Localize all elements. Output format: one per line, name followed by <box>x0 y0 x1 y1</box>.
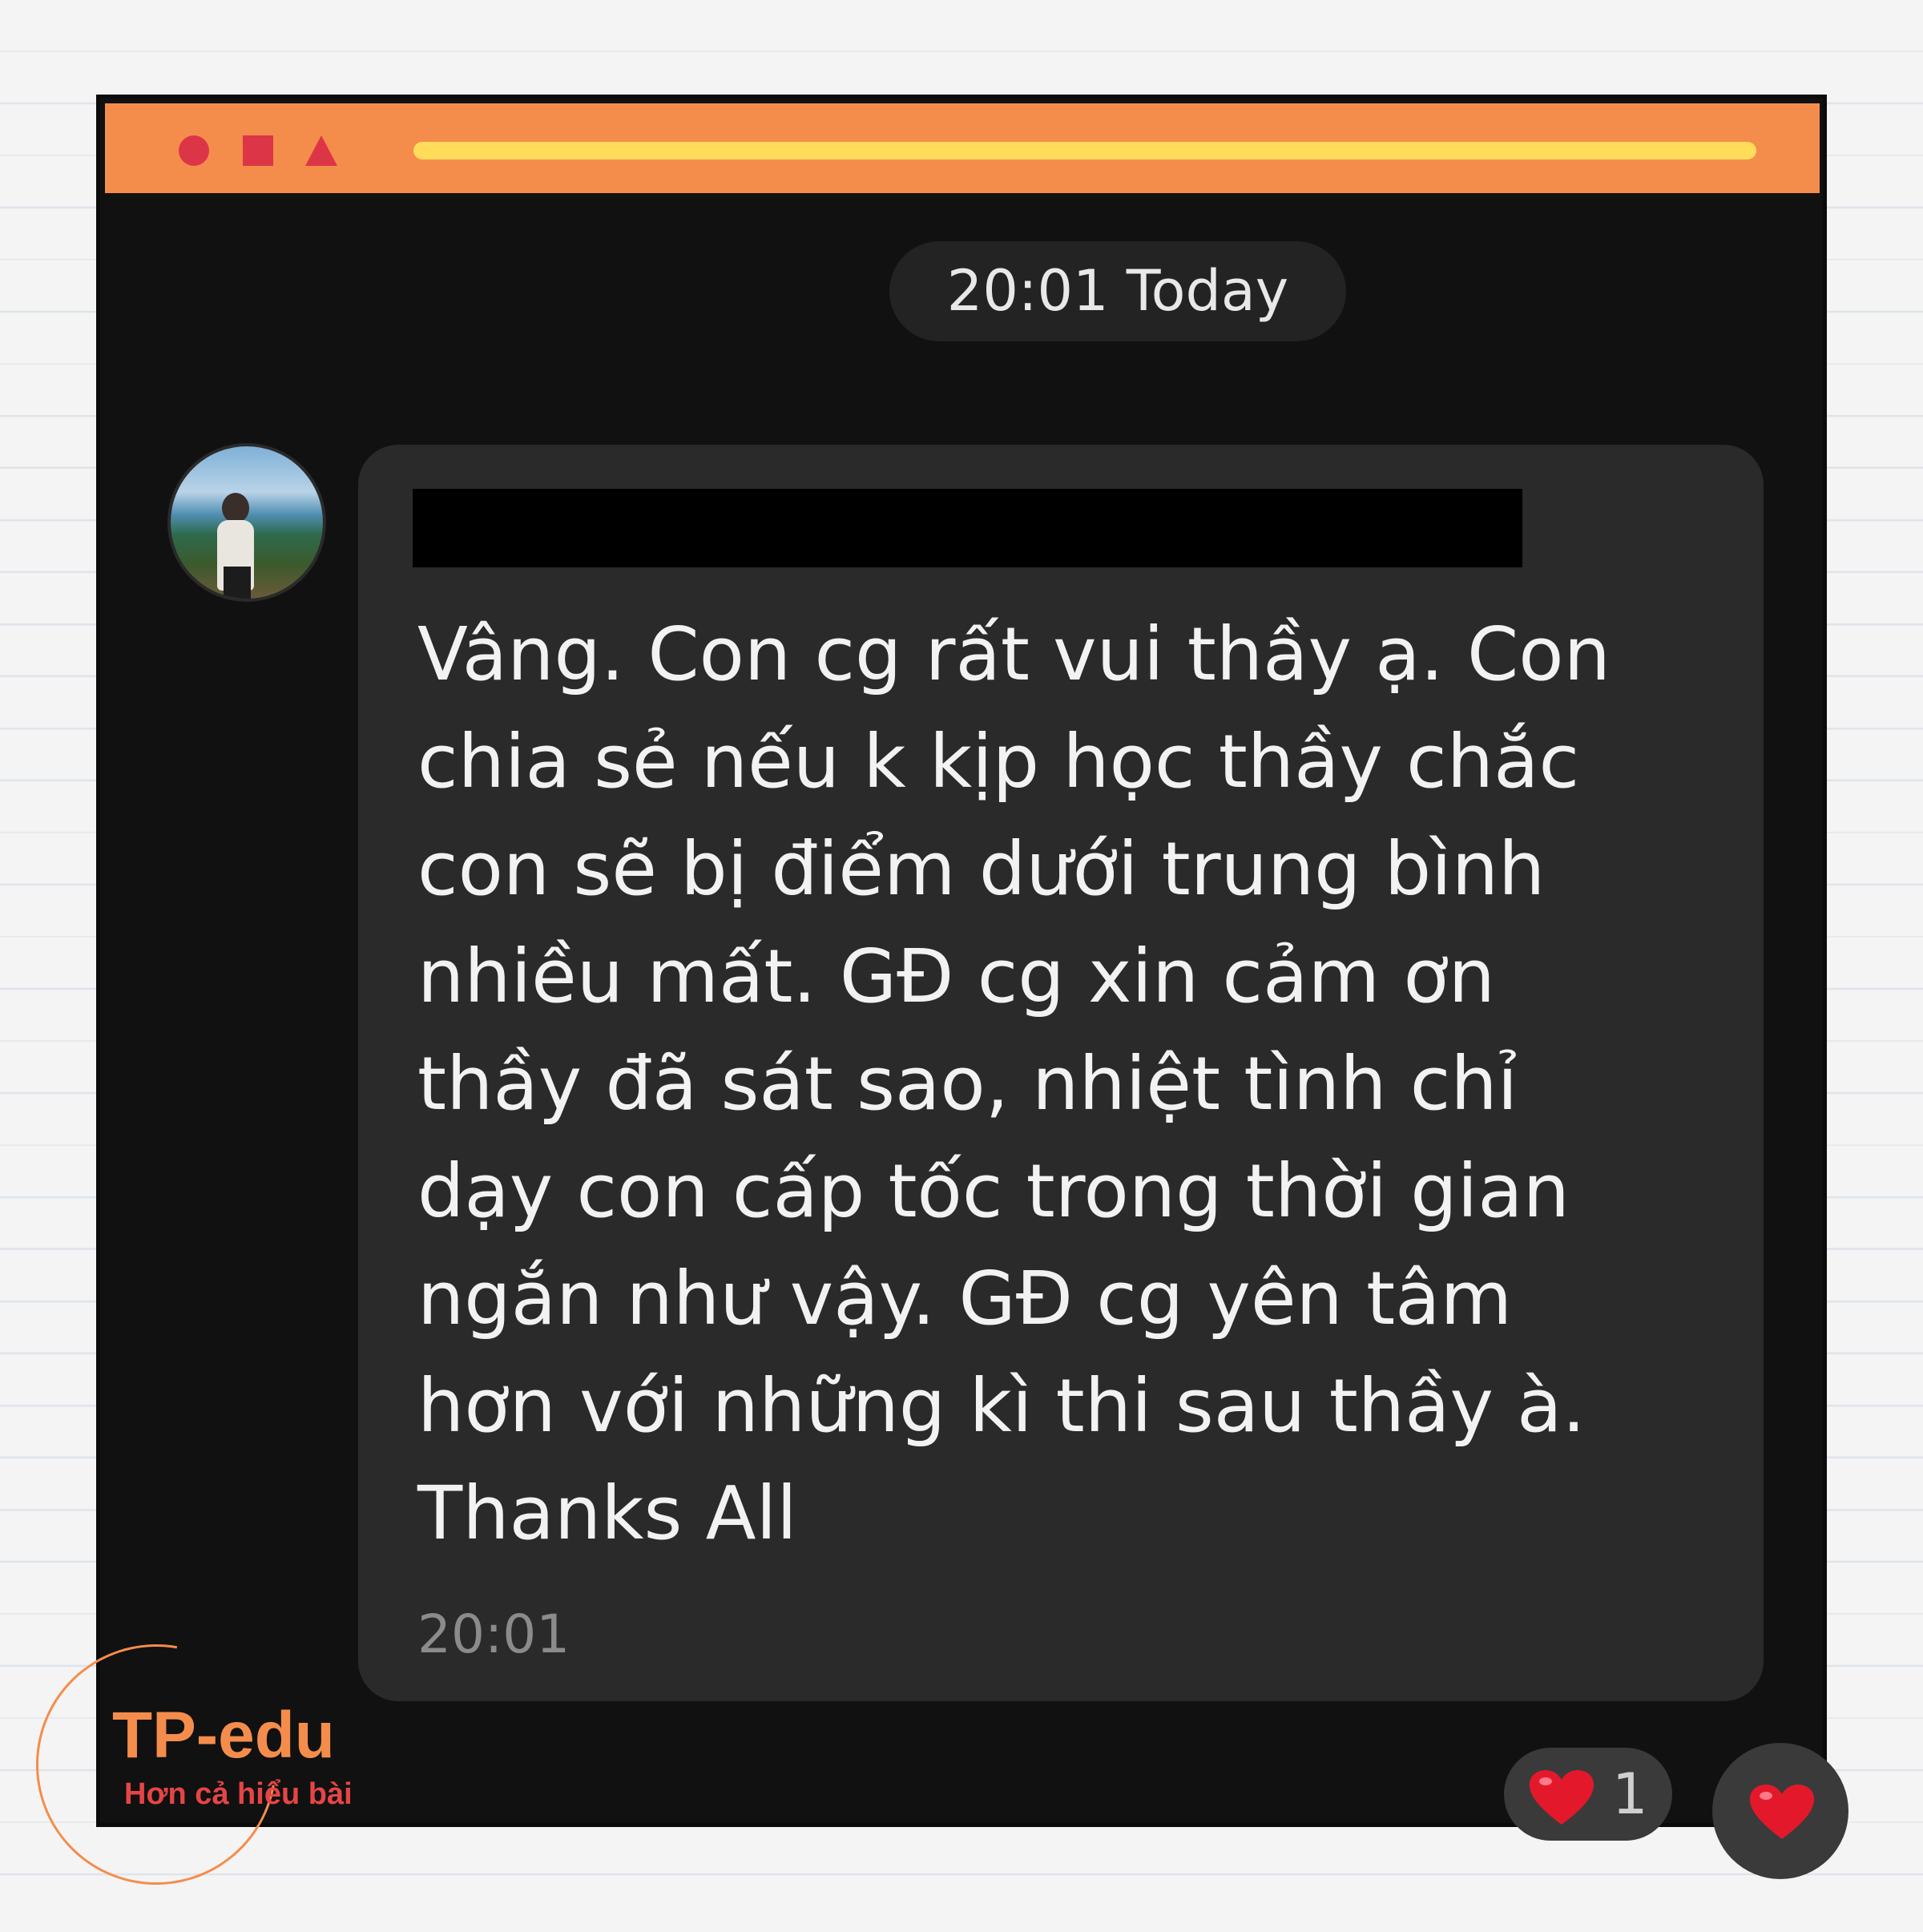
square-shape-icon <box>243 135 273 166</box>
date-separator: 20:01 Today <box>889 241 1346 341</box>
avatar[interactable] <box>167 443 326 602</box>
message-time: 20:01 <box>417 1603 570 1665</box>
reaction-summary[interactable]: 1 <box>1504 1748 1672 1841</box>
redacted-sender-name <box>413 489 1522 567</box>
brand-tagline: Hơn cả hiểu bài <box>124 1777 353 1811</box>
chat-window: 20:01 Today Vâng. Con cg rất vui thầy ạ.… <box>96 95 1848 1879</box>
message-bubble[interactable]: Vâng. Con cg rất vui thầy ạ. Con chia sẻ… <box>358 445 1764 1701</box>
brand-logo: TP-edu <box>112 1699 335 1772</box>
message-text: Vâng. Con cg rất vui thầy ạ. Con chia sẻ… <box>417 611 1611 1556</box>
heart-icon <box>1748 1783 1816 1841</box>
triangle-shape-icon <box>305 135 337 166</box>
circle-shape-icon <box>179 135 209 166</box>
heart-icon <box>1528 1769 1595 1826</box>
window-title-bar <box>105 103 1820 193</box>
react-heart-button[interactable] <box>1712 1743 1848 1879</box>
reaction-count: 1 <box>1612 1761 1648 1827</box>
title-bar-decoration <box>413 142 1756 159</box>
